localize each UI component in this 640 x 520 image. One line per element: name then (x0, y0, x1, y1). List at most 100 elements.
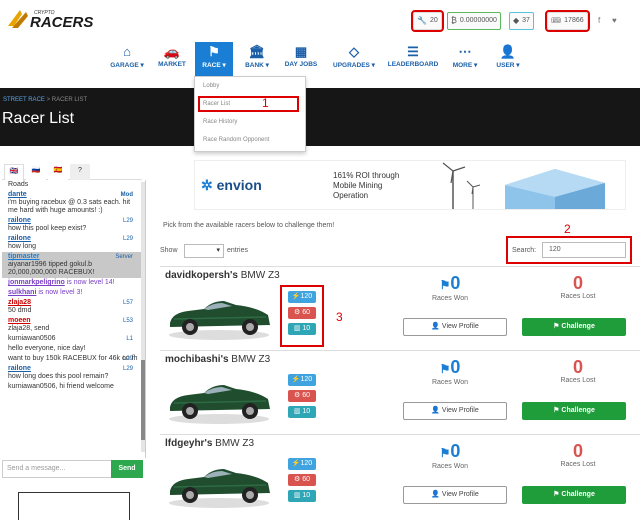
chat-message: want to buy 150k RACEBUX for 46k on fh L2… (2, 354, 145, 364)
chat-text: 50 dmd (8, 307, 32, 314)
dropdown-race-history[interactable]: Race History (195, 113, 305, 131)
car-image (164, 367, 274, 427)
page-title: Racer List (2, 110, 75, 127)
search-box: Search: 120 (506, 236, 632, 264)
chat-level-badge: L29 (122, 218, 133, 224)
tab-russian[interactable]: 🇷🇺 (26, 164, 46, 180)
chat-level-badge: L53 (122, 318, 133, 324)
flag-icon: ⚑ (208, 44, 220, 59)
chat-level-badge: Server (115, 254, 133, 260)
stat-bitcoin[interactable]: ₿ 0.00000000 (447, 12, 501, 30)
chat-text: kurniawan0506 (8, 335, 56, 342)
nav-upgrades[interactable]: ◇ UPGRADES ▾ (327, 42, 381, 76)
chat-text: how long (8, 243, 37, 250)
nav-more[interactable]: ⋯ MORE ▾ (448, 42, 482, 76)
handling-stat: ▥ 10 (288, 406, 316, 418)
flag-icon: ⚑ (553, 491, 560, 498)
bitcoin-icon: ₿ (451, 16, 457, 25)
chat-username[interactable]: dante (8, 191, 27, 198)
flag-icon: ⚑ (439, 446, 451, 460)
car-stats: ⚡120 ⚙ 60 ▥ 10 (282, 454, 322, 520)
stat-wrench[interactable]: 🔧 20 (411, 10, 444, 32)
svg-text:RACERS: RACERS (30, 14, 93, 30)
calendar-icon: ▦ (294, 44, 308, 59)
envion-ad-banner[interactable]: ✲ envion 161% ROI through Mobile Mining … (194, 160, 626, 210)
racer-username[interactable]: davidkopersh's (165, 270, 238, 281)
flag-icon: ⚑ (553, 407, 560, 414)
challenge-button[interactable]: ⚑ Challenge (522, 402, 626, 420)
road-icon: ▥ (293, 408, 301, 415)
nav-user[interactable]: 👤 USER ▾ (492, 42, 524, 76)
dropdown-racer-list[interactable]: Racer List (198, 96, 299, 112)
chat-message: zlaja28 50 dmd L57 (2, 298, 145, 316)
top-bar: CRYPTO RACERS 🔧 20 ₿ 0.00000000 ◆ 37 🎟 17866… (0, 0, 640, 42)
nav-bank[interactable]: 🏛 BANK ▾ (238, 42, 276, 76)
tab-spanish[interactable]: 🇪🇸 (48, 164, 68, 180)
breadcrumb-street-race[interactable]: STREET RACE (3, 97, 45, 103)
view-profile-button[interactable]: 👤 View Profile (403, 402, 507, 420)
send-button[interactable]: Send (111, 460, 143, 478)
nav-day-jobs[interactable]: ▦ DAY JOBS (281, 42, 321, 76)
search-input[interactable]: 120 (542, 242, 626, 258)
chat-level-badge: Mod (120, 192, 133, 198)
racer-username[interactable]: lfdgeyhr's (165, 438, 212, 449)
challenge-button[interactable]: ⚑ Challenge (522, 486, 626, 504)
dropdown-race-random[interactable]: Race Random Opponent (195, 131, 305, 149)
nav-leaderboard[interactable]: ☰ LEADERBOARD (387, 42, 439, 76)
dropdown-lobby[interactable]: Lobby (195, 77, 305, 95)
chat-username[interactable]: railone (8, 217, 31, 224)
chat-message-input[interactable]: Send a message... (2, 460, 112, 478)
chat-message: Roads (2, 180, 145, 190)
flag-icon: ⚑ (553, 323, 560, 330)
car-stats: ⚡120 ⚙ 60 ▥ 10 (282, 370, 322, 436)
chat-username[interactable]: tipmaster (8, 253, 40, 260)
view-profile-button[interactable]: 👤 View Profile (403, 318, 507, 336)
chat-language-tabs: 🇬🇧 🇷🇺 🇪🇸 ? (2, 162, 142, 180)
challenge-button[interactable]: ⚑ Challenge (522, 318, 626, 336)
breadcrumb-current: RACER LIST (51, 97, 88, 103)
stat-diamond[interactable]: ◆ 37 (509, 12, 534, 30)
chat-username[interactable]: jonmarkpeligrino (8, 279, 65, 286)
user-icon: 👤 (431, 407, 440, 414)
chat-message: hello everyone, nice day! (2, 344, 145, 354)
races-won: ⚑0 Races Won (431, 441, 469, 470)
heart-icon[interactable]: ♥ (612, 16, 617, 25)
chat-username[interactable]: zlaja28 (8, 299, 31, 306)
table-intro: Pick from the available racers below to … (163, 222, 335, 229)
nav-market[interactable]: 🚗 MARKET (154, 42, 190, 76)
chat-text: how this pool keep exist? (8, 225, 87, 232)
chat-username[interactable]: sulkhani (8, 289, 36, 296)
nav-race[interactable]: ⚑ RACE ▾ (195, 42, 233, 76)
chat-text: zlaja28, send (8, 325, 50, 332)
road-icon: ▥ (293, 325, 301, 332)
racer-username[interactable]: mochibashi's (165, 354, 229, 365)
tab-help[interactable]: ? (70, 164, 90, 180)
nav-garage[interactable]: ⌂ GARAGE ▾ (108, 42, 146, 76)
chat-username[interactable]: railone (8, 365, 31, 372)
annotation-2: 2 (564, 222, 571, 236)
view-profile-button[interactable]: 👤 View Profile (403, 486, 507, 504)
chat-level-badge: L57 (122, 300, 133, 306)
bolt-icon: ⚡ (291, 293, 301, 300)
chat-message: tipmaster aiyanar1996 tipped gokul.b 20,0… (2, 252, 145, 278)
chat-username[interactable]: moeen (8, 317, 31, 324)
bolt-icon: ⚡ (291, 376, 301, 383)
crypto-racers-logo[interactable]: CRYPTO RACERS (6, 6, 116, 31)
chat-scroll-thumb[interactable] (141, 360, 145, 440)
races-lost: 0 Races Lost (560, 441, 596, 468)
flag-icon: ⚑ (439, 278, 451, 292)
stat-ticket[interactable]: 🎟 17866 (545, 10, 590, 32)
chat-messages: Roads dante i'm buying racebux @ 0.3 sats … (2, 180, 146, 458)
show-label: Show (160, 247, 178, 254)
chat-text: aiyanar1996 tipped gokul.b 20,000,000,00… (8, 261, 95, 276)
list-icon: ☰ (407, 44, 419, 59)
chat-message: dante i'm buying racebux @ 0.3 sats each.… (2, 190, 145, 216)
chat-username[interactable]: railone (8, 235, 31, 242)
diamond-icon: ◆ (513, 16, 520, 25)
races-lost: 0 Races Lost (560, 273, 596, 300)
engine-icon: ⚙ (293, 476, 301, 483)
entries-select[interactable]: ▾ (184, 244, 224, 258)
car-stats: ⚡120 ⚙ 60 ▥ 10 (280, 285, 324, 347)
tab-english[interactable]: 🇬🇧 (4, 164, 24, 180)
facebook-icon[interactable]: f (598, 16, 600, 25)
